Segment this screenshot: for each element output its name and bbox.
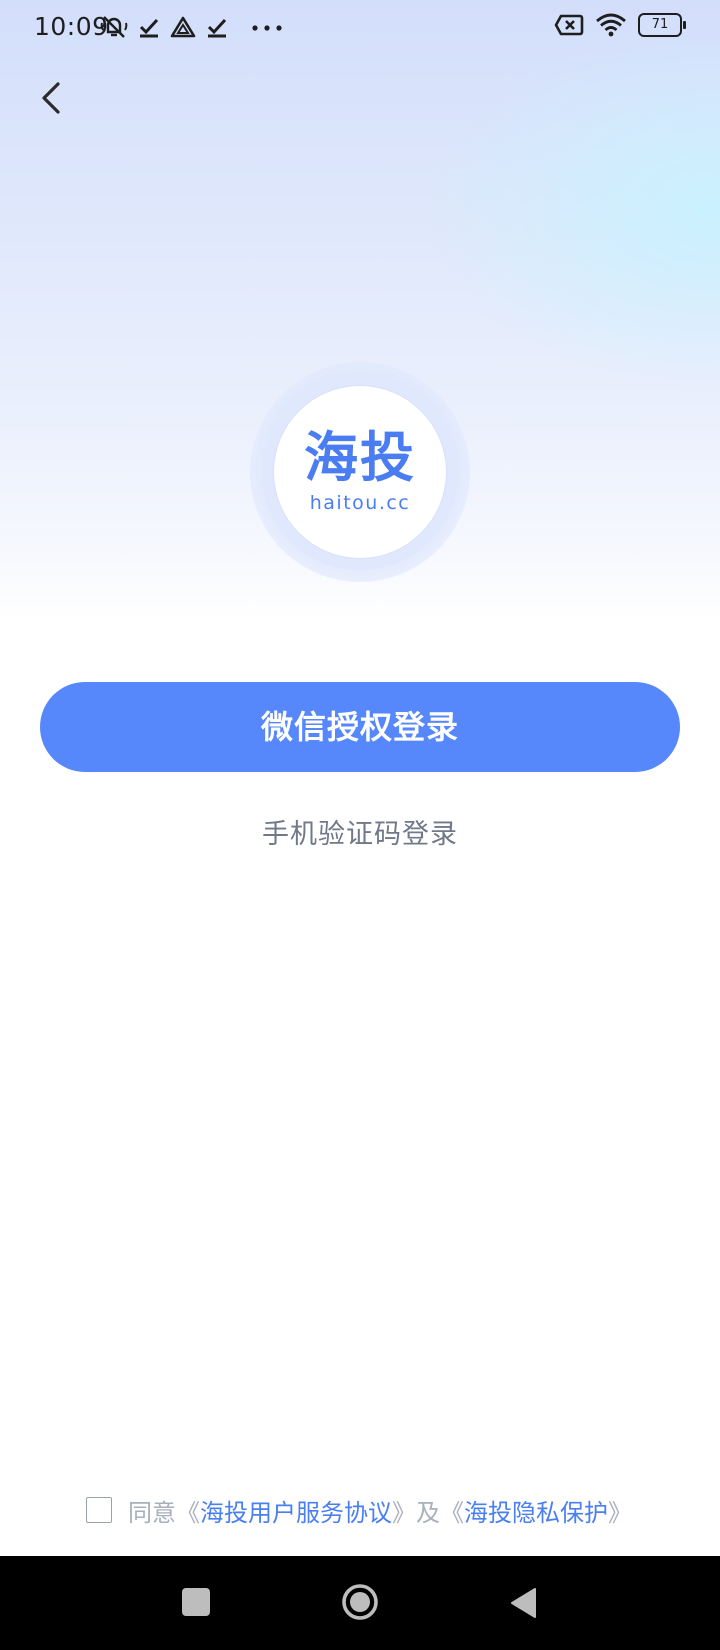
privacy-policy-link[interactable]: 海投隐私保护 <box>464 1493 608 1528</box>
home-button[interactable] <box>341 1583 379 1621</box>
recents-button[interactable] <box>182 1588 210 1616</box>
bracket-close-2: 》 <box>608 1498 632 1527</box>
login-screen: 10:09 71 海投 haitou.cc 微信授权登录 手机验证码登录 同意 … <box>0 0 720 1650</box>
bracket-open-2: 《 <box>440 1498 464 1527</box>
logo-domain: haitou.cc <box>309 492 411 514</box>
wechat-login-button[interactable]: 微信授权登录 <box>40 682 680 772</box>
app-logo: 海投 haitou.cc <box>274 386 446 558</box>
nav-back-button[interactable] <box>508 1586 538 1620</box>
check-download-icon <box>139 18 159 38</box>
drive-icon <box>170 16 196 38</box>
status-icons-left <box>100 12 284 42</box>
status-bar: 10:09 71 <box>0 0 720 56</box>
status-icons-right: 71 <box>554 13 686 37</box>
user-agreement-link[interactable]: 海投用户服务协议 <box>200 1493 392 1528</box>
agreement-conjunction: 及 <box>416 1498 440 1527</box>
more-dots-icon <box>252 25 282 31</box>
agreement-row: 同意 《 海投用户服务协议 》 及 《 海投隐私保护 》 <box>86 1492 632 1528</box>
bracket-open-1: 《 <box>176 1498 200 1527</box>
check-download-icon-2 <box>207 18 227 38</box>
back-button[interactable] <box>30 76 74 120</box>
agreement-checkbox[interactable] <box>86 1497 112 1523</box>
bracket-close-1: 》 <box>392 1498 416 1527</box>
agreement-prefix: 同意 <box>128 1498 176 1527</box>
logo-title: 海投 <box>304 426 416 489</box>
chevron-left-icon <box>42 82 60 114</box>
wifi-icon <box>596 13 626 37</box>
sim-error-icon <box>554 14 584 36</box>
notification-muted-icon <box>100 16 128 38</box>
sms-login-link[interactable]: 手机验证码登录 <box>0 812 720 851</box>
battery-icon: 71 <box>638 13 686 37</box>
status-time: 10:09 <box>34 12 109 41</box>
system-nav-bar <box>0 1556 720 1650</box>
